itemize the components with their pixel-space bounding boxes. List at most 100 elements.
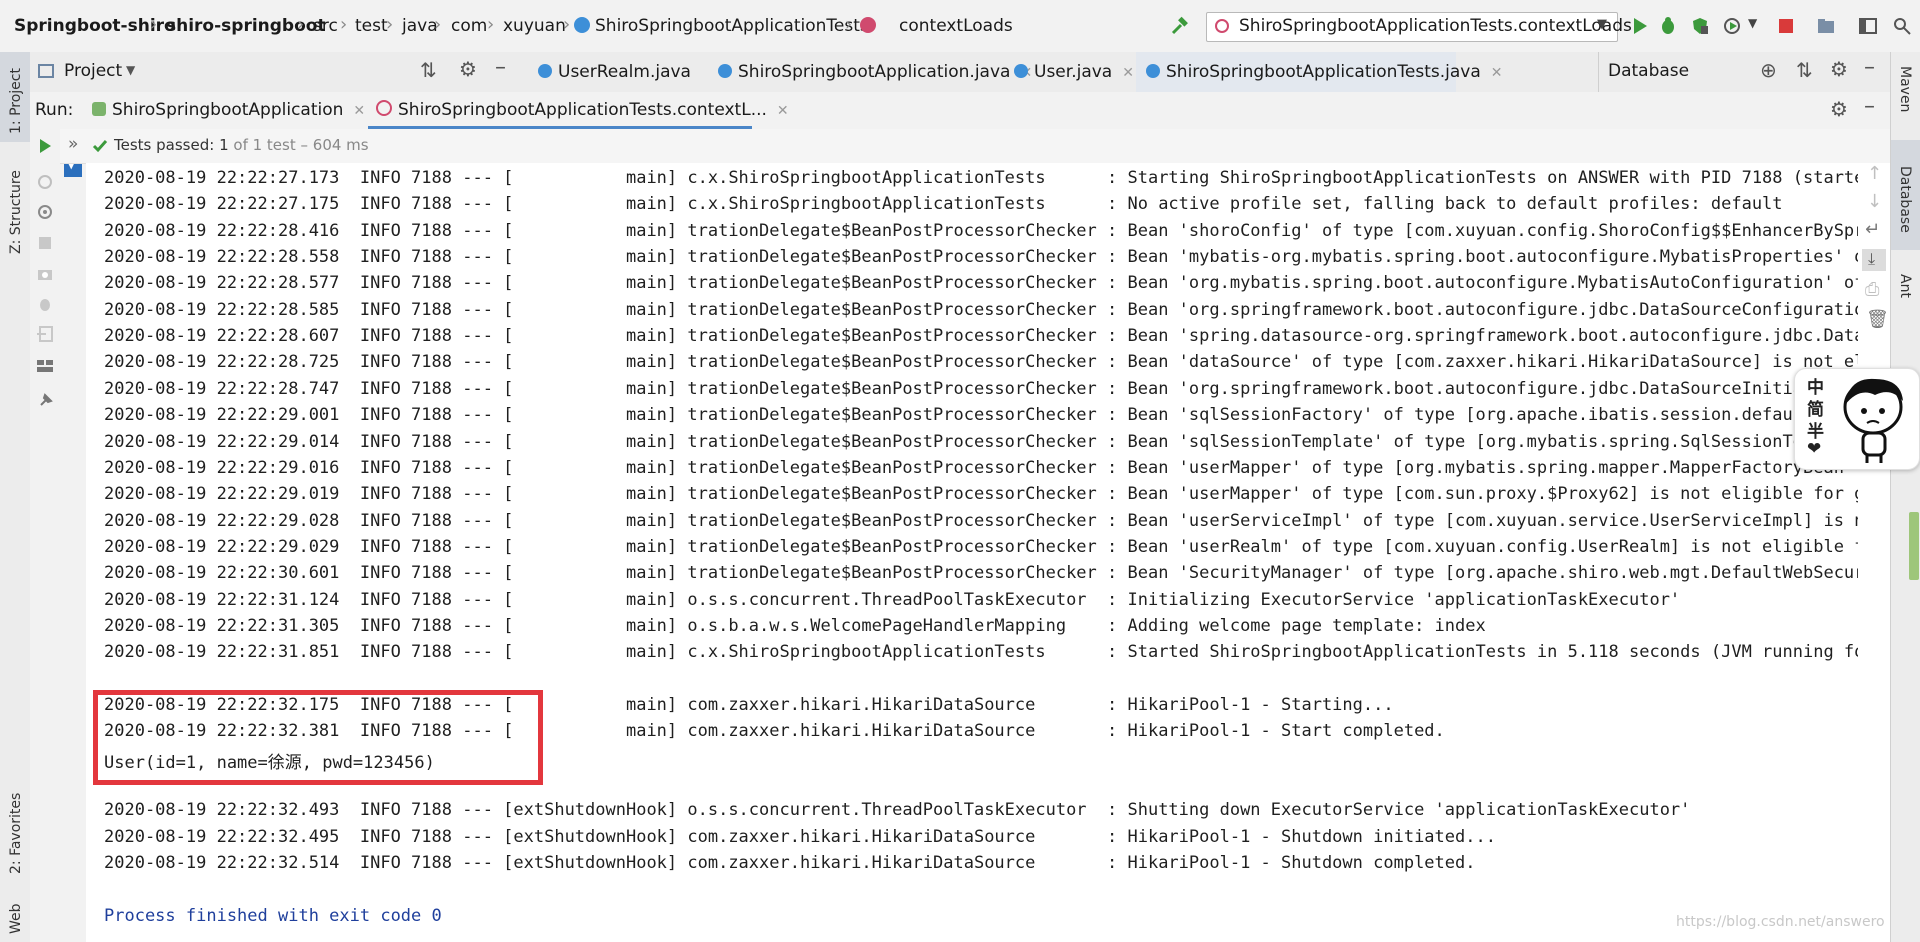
heart-icon: ❤ [1807,439,1822,459]
run-configuration-select[interactable]: ShiroSpringbootApplicationTests.contextL… [1206,12,1632,42]
console-output[interactable]: 2020-08-19 22:22:27.173 INFO 7188 --- [ … [86,163,1858,942]
gear-icon[interactable]: ⚙ [1830,97,1848,121]
rerun-failed-icon[interactable] [36,173,54,191]
web-tool-button[interactable]: Web [0,892,30,942]
tests-passed-count: 1 [219,136,229,154]
database-tool-button[interactable]: Database [1891,140,1920,250]
minimize-icon[interactable]: – [495,55,506,80]
expand-icon[interactable]: » [68,134,78,154]
stop-icon[interactable] [1776,16,1796,36]
project-structure-icon[interactable] [1816,16,1836,36]
breadcrumb-src[interactable]: src [313,16,338,36]
tab-shirospringbootapplicationtests[interactable]: ShiroSpringbootApplicationTests.java ✕ [1136,52,1503,95]
debug-icon[interactable] [1658,16,1678,36]
gear-icon[interactable]: ⚙ [459,57,477,81]
debug-icon[interactable] [36,295,54,313]
breadcrumb-separator: › [563,14,571,35]
console-line: 2020-08-19 22:22:28.747 INFO 7188 --- [ … [104,378,1834,399]
run-tab-tests[interactable]: ShiroSpringbootApplicationTests.contextL… [368,92,789,129]
structure-tool-label: Z: Structure [8,170,24,254]
arrow-down-icon[interactable]: ↓ [1867,191,1882,212]
project-tool-button[interactable]: 1: Project [0,52,30,142]
memory-indicator [1909,512,1919,580]
breadcrumb-class[interactable]: ShiroSpringbootApplicationTests [595,16,869,36]
camera-icon[interactable] [36,265,54,283]
tab-shirospringbootapplication[interactable]: ShiroSpringbootApplication.java✕ [708,52,1032,92]
tab-userrealm[interactable]: UserRealm.java [530,52,715,92]
breadcrumb-method[interactable]: contextLoads [899,16,1013,36]
console-line: 2020-08-19 22:22:27.173 INFO 7188 --- [ … [104,168,1858,188]
ant-tool-button[interactable]: Ant [1891,252,1920,312]
close-icon[interactable]: ✕ [1491,65,1503,81]
close-icon[interactable]: ✕ [353,103,365,119]
console-line: 2020-08-19 22:22:32.514 INFO 7188 --- [e… [104,853,1476,874]
breadcrumb-xuyuan[interactable]: xuyuan [503,16,566,36]
tab-user[interactable]: User.java ✕ [1004,52,1134,92]
chevron-down-icon[interactable]: ▼ [1748,16,1757,30]
breadcrumb-separator: › [845,14,853,35]
print-icon[interactable]: ⎙ [1865,279,1879,300]
console-line: 2020-08-19 22:22:32.493 INFO 7188 --- [e… [104,800,1691,821]
pin-icon[interactable] [37,393,53,409]
gear-icon[interactable]: ⚙ [1830,57,1848,81]
minimize-icon[interactable]: – [1864,94,1875,119]
search-icon[interactable] [1892,16,1912,36]
close-icon[interactable]: ✕ [777,103,789,119]
tab-label: User.java [1034,62,1113,82]
console-line: 2020-08-19 22:22:31.851 INFO 7188 --- [ … [104,642,1858,663]
highlight-box [93,690,543,785]
wrap-icon[interactable]: ↵ [1865,219,1880,240]
watermark: https://blog.csdn.net/answero [1676,914,1885,930]
minimize-icon[interactable]: – [1864,55,1875,80]
tests-status-detail: of 1 test – 604 ms [233,136,369,154]
chevron-down-icon[interactable]: ▼ [126,63,135,77]
console-line: 2020-08-19 22:22:31.305 INFO 7188 --- [ … [104,615,1486,636]
exit-icon[interactable] [36,325,54,343]
profile-icon[interactable] [1722,16,1742,36]
layout-icon[interactable] [1858,16,1878,36]
console-line: 2020-08-19 22:22:29.001 INFO 7188 --- [ … [104,405,1844,426]
left-tool-stripe: 1: Project Z: Structure 2: Favorites Web [0,52,31,942]
target-icon[interactable]: ⊕ [1760,58,1777,82]
breadcrumb-java[interactable]: java [402,16,438,36]
rerun-icon[interactable] [37,138,53,154]
run-toolbar [30,129,61,942]
method-icon [860,17,876,33]
test-config-icon [376,100,392,116]
collapse-icon[interactable]: ⇅ [1796,58,1813,82]
coverage-icon[interactable] [1690,16,1710,36]
arrow-up-icon[interactable]: ↑ [1867,163,1882,184]
chevron-down-icon: ▼ [1597,17,1607,32]
run-tab-application[interactable]: ShiroSpringbootApplication ✕ [92,92,365,129]
close-icon[interactable]: ✕ [1122,65,1134,81]
structure-tool-button[interactable]: Z: Structure [0,152,30,262]
console-line: 2020-08-19 22:22:28.416 INFO 7188 --- [ … [104,220,1858,241]
collapse-icon[interactable]: ⇅ [420,58,437,82]
tab-label: ShiroSpringbootApplication.java [738,62,1011,82]
breadcrumb-separator: › [487,14,495,35]
favorites-tool-button[interactable]: 2: Favorites [0,772,30,882]
console-line: 2020-08-19 22:22:30.601 INFO 7188 --- [ … [104,563,1858,584]
trash-icon[interactable]: 🗑 [1866,309,1889,330]
breadcrumb-separator: › [434,14,442,35]
console-line: 2020-08-19 22:22:29.019 INFO 7188 --- [ … [104,484,1858,505]
maven-tool-button[interactable]: Maven [1891,52,1920,132]
stop-icon[interactable] [37,235,53,251]
layout-icon[interactable] [36,359,54,373]
divider [1598,52,1599,92]
project-panel-title[interactable]: Project [64,61,122,81]
maven-tool-label: Maven [1897,66,1913,113]
scroll-to-end-button[interactable]: ⤓ [1862,249,1886,271]
breadcrumb-com[interactable]: com [451,16,487,36]
ime-sticker[interactable]: 中 简 半 ❤ [1794,368,1920,470]
run-panel-title: Run: [35,100,74,120]
run-icon[interactable] [1630,16,1650,36]
toggle-auto-test-icon[interactable] [36,203,54,221]
project-tool-label: 1: Project [8,68,24,134]
console-line: 2020-08-19 22:22:28.577 INFO 7188 --- [ … [104,273,1858,294]
console-line: 2020-08-19 22:22:32.495 INFO 7188 --- [e… [104,826,1496,847]
console-line: 2020-08-19 22:22:28.558 INFO 7188 --- [ … [104,247,1858,268]
hammer-icon[interactable] [1170,16,1190,36]
breadcrumb-test[interactable]: test [355,16,388,36]
process-exit-line: Process finished with exit code 0 [104,905,442,926]
